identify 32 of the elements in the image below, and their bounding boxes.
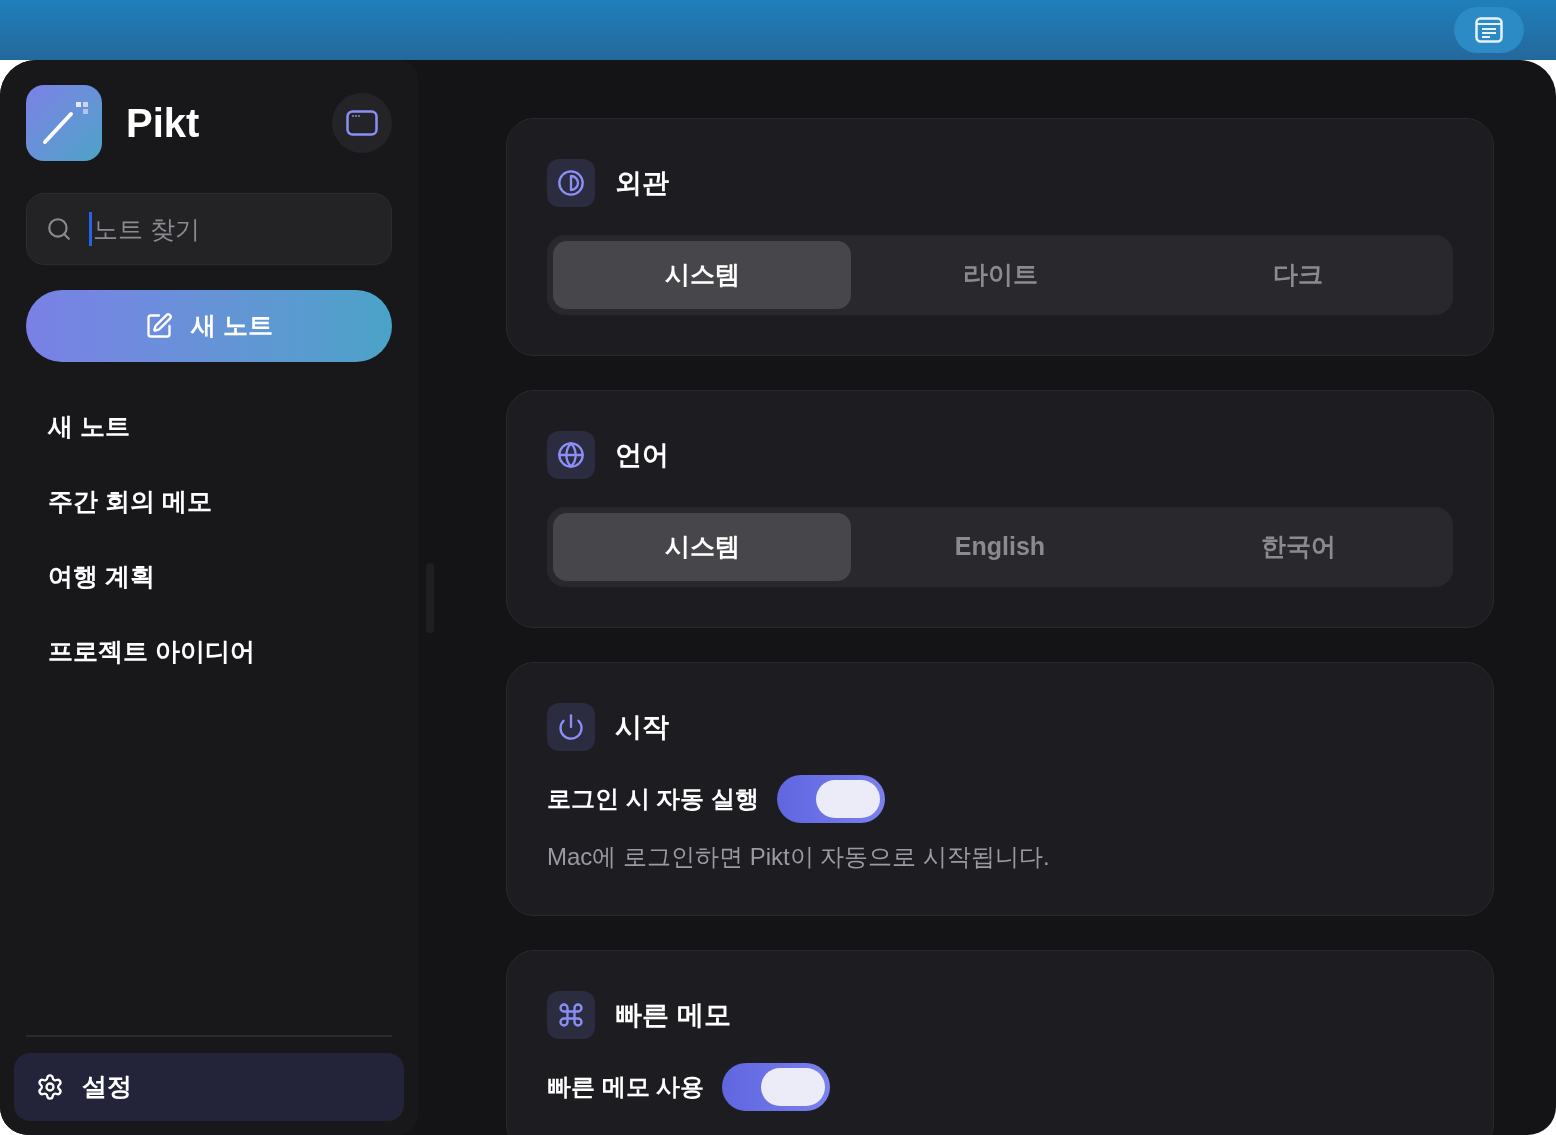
toggle-label: 로그인 시 자동 실행 — [547, 784, 759, 814]
note-list-item[interactable]: 여행 계획 — [26, 547, 392, 607]
toggle-switch[interactable] — [777, 775, 885, 823]
section-title: 빠른 메모 — [615, 998, 731, 1032]
search-icon — [46, 216, 72, 242]
segment-option[interactable]: 라이트 — [851, 241, 1149, 309]
globe-icon — [547, 431, 595, 479]
text-cursor — [89, 212, 92, 246]
segment-option[interactable]: English — [851, 513, 1149, 581]
toggle-switch[interactable] — [722, 1063, 831, 1111]
power-icon — [547, 703, 595, 751]
segment-option[interactable]: 시스템 — [553, 241, 851, 309]
section-title: 외관 — [615, 166, 669, 200]
new-note-icon — [145, 312, 173, 340]
segment-option[interactable]: 다크 — [1149, 241, 1447, 309]
command-icon — [547, 991, 595, 1039]
toggle-description: Mac에 로그인하면 Pikt이 자동으로 시작됩니다. — [547, 842, 1051, 872]
search-field[interactable]: 노트 찾기 — [26, 193, 392, 265]
app-name: Pikt — [126, 100, 200, 147]
note-list-item[interactable]: 새 노트 — [26, 397, 392, 457]
section-title: 시작 — [615, 710, 669, 744]
app-logo-icon — [26, 85, 102, 161]
note-list-item[interactable]: 프로젝트 아이디어 — [26, 622, 392, 682]
note-list-item[interactable]: 주간 회의 메모 — [26, 472, 392, 532]
settings-nav-item[interactable]: 설정 — [14, 1053, 404, 1121]
section-title: 언어 — [615, 438, 669, 472]
contrast-icon — [547, 159, 595, 207]
segment-option[interactable]: 시스템 — [553, 513, 851, 581]
settings-icon — [36, 1073, 64, 1101]
toggle-label: 빠른 메모 사용 — [547, 1072, 705, 1102]
notes-window-icon[interactable] — [1454, 7, 1524, 53]
segment-option[interactable]: 한국어 — [1149, 513, 1447, 581]
